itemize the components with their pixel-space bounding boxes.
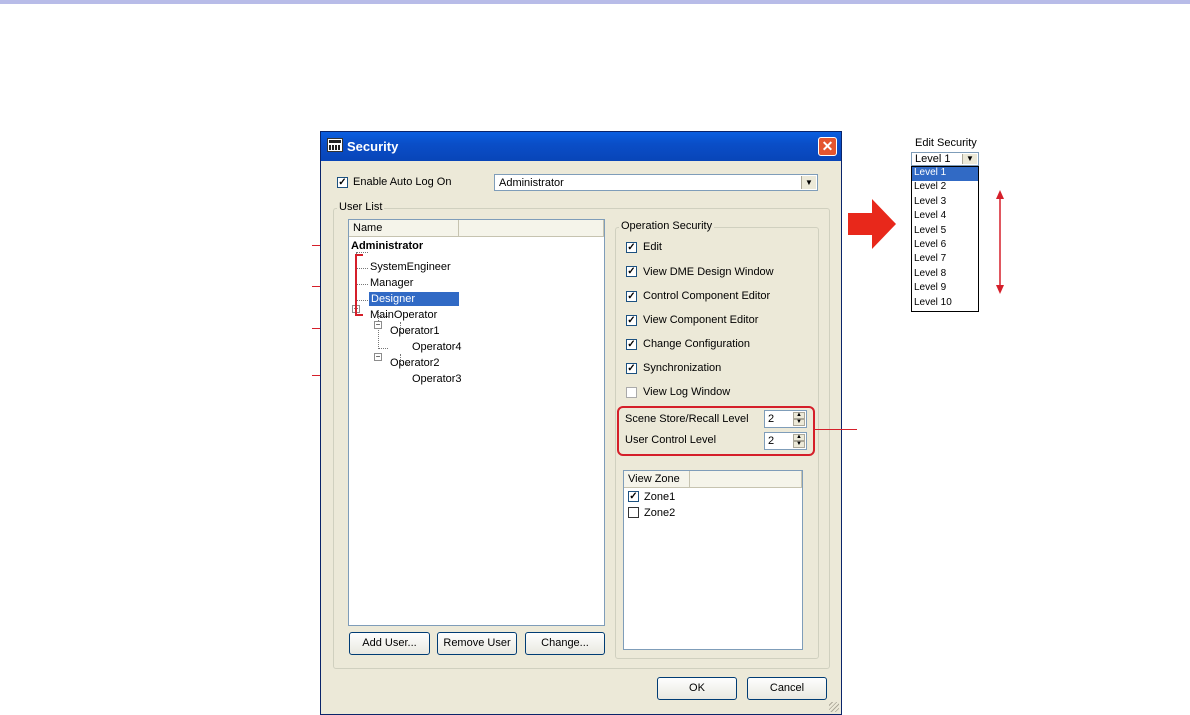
edit-label: Edit [643, 241, 662, 253]
up-arrow-icon[interactable]: ▲ [793, 412, 805, 419]
dialog-title: Security [347, 139, 399, 154]
tree-item-operator1[interactable]: Operator1 [390, 325, 440, 337]
view-zone-header-label: View Zone [628, 473, 680, 485]
collapse-icon[interactable]: − [374, 353, 382, 361]
dme-app-icon [327, 138, 343, 152]
level-option[interactable]: Level 2 [912, 181, 978, 195]
zone1-label: Zone1 [644, 491, 676, 503]
level-option[interactable]: Level 8 [912, 268, 978, 282]
auto-logon-label: Enable Auto Log On [353, 176, 452, 188]
zone1-checkbox[interactable]: ✓ [628, 491, 639, 502]
user-list-blank-header [459, 220, 604, 237]
level-option[interactable]: Level 7 [912, 253, 978, 267]
arrow-right-icon [848, 199, 896, 249]
edit-security-title: Edit Security [915, 137, 977, 149]
spinner-buttons[interactable]: ▲ ▼ [793, 434, 805, 448]
view-zone-blank-header [690, 471, 802, 488]
user-list-group-label: User List [337, 201, 385, 213]
view-zone-list[interactable]: View Zone ✓ Zone1 Zone2 [623, 470, 803, 650]
down-arrow-icon[interactable]: ▼ [793, 441, 805, 448]
tree-item-designer[interactable]: Designer [369, 292, 459, 306]
level-option[interactable]: Level 3 [912, 196, 978, 210]
synchronization-checkbox[interactable]: ✓ [626, 363, 637, 374]
edit-security-select[interactable]: Level 1 ▼ [911, 152, 979, 166]
view-log-window-checkbox[interactable] [626, 387, 637, 398]
tree-item-administrator[interactable]: Administrator [351, 240, 423, 252]
chevron-down-icon[interactable]: ▼ [962, 154, 977, 164]
view-dme-design-window-checkbox[interactable]: ✓ [626, 266, 637, 277]
up-arrow-icon[interactable]: ▲ [793, 434, 805, 441]
add-user-button[interactable]: Add User... [349, 632, 430, 655]
level-option[interactable]: Level 6 [912, 239, 978, 253]
zone2-checkbox[interactable] [628, 507, 639, 518]
view-log-window-label: View Log Window [643, 386, 731, 398]
user-control-level-spinner[interactable]: 2 ▲ ▼ [764, 432, 807, 450]
change-button[interactable]: Change... [525, 632, 605, 655]
edit-security-panel: Edit Security Level 1 ▼ Level 1 Level 2 … [909, 131, 980, 313]
tree-line [378, 348, 388, 349]
user-control-value: 2 [768, 435, 775, 447]
view-component-editor-checkbox[interactable]: ✓ [626, 315, 637, 326]
scene-store-label: Scene Store/Recall Level [625, 413, 749, 425]
view-zone-header[interactable]: View Zone [624, 471, 690, 488]
annotation-bracket [355, 254, 363, 316]
view-dme-design-window-label: View DME Design Window [643, 266, 774, 278]
resize-grip-icon[interactable] [829, 702, 839, 712]
control-component-editor-label: Control Component Editor [643, 290, 771, 302]
zone2-label: Zone2 [644, 507, 676, 519]
collapse-icon[interactable]: − [374, 321, 382, 329]
view-component-editor-label: View Component Editor [643, 314, 759, 326]
user-tree[interactable]: Name Administrator SystemEngineer Manage… [348, 219, 605, 626]
remove-user-button[interactable]: Remove User [437, 632, 517, 655]
scene-store-value: 2 [768, 413, 775, 425]
change-configuration-checkbox[interactable]: ✓ [626, 339, 637, 350]
tree-item-systemengineer[interactable]: SystemEngineer [370, 261, 451, 273]
synchronization-label: Synchronization [643, 362, 722, 374]
level-option[interactable]: Level 4 [912, 210, 978, 224]
auto-logon-user-value: Administrator [499, 177, 564, 189]
top-rule [0, 0, 1190, 4]
tree-item-manager[interactable]: Manager [370, 277, 413, 289]
level-option[interactable]: Level 1 [912, 167, 978, 182]
ok-button[interactable]: OK [657, 677, 737, 700]
down-arrow-icon[interactable]: ▼ [793, 419, 805, 426]
scene-store-level-spinner[interactable]: 2 ▲ ▼ [764, 410, 807, 428]
security-dialog: Security ✕ ✓ Enable Auto Log On Administ… [320, 131, 842, 715]
close-icon[interactable]: ✕ [818, 137, 837, 156]
user-control-label: User Control Level [625, 434, 717, 446]
tree-line [356, 252, 368, 253]
chevron-down-icon[interactable]: ▼ [801, 176, 816, 189]
tree-item-mainoperator[interactable]: MainOperator [370, 309, 437, 321]
edit-checkbox[interactable]: ✓ [626, 242, 637, 253]
control-component-editor-checkbox[interactable]: ✓ [626, 291, 637, 302]
user-list-name-header[interactable]: Name [349, 220, 459, 237]
callout-line-levels [813, 429, 857, 430]
level-option[interactable]: Level 10 [912, 297, 978, 311]
name-column-label: Name [353, 222, 383, 234]
tree-item-operator3[interactable]: Operator3 [412, 373, 462, 385]
auto-logon-user-select[interactable]: Administrator ▼ [494, 174, 818, 191]
spinner-buttons[interactable]: ▲ ▼ [793, 412, 805, 426]
level-option[interactable]: Level 9 [912, 282, 978, 296]
level-option[interactable]: Level 5 [912, 225, 978, 239]
auto-logon-checkbox[interactable]: ✓ [337, 177, 348, 188]
title-bar[interactable]: Security ✕ [321, 132, 841, 161]
change-configuration-label: Change Configuration [643, 338, 751, 350]
operation-security-label: Operation Security [619, 220, 715, 232]
cancel-button[interactable]: Cancel [747, 677, 827, 700]
tree-item-operator4[interactable]: Operator4 [412, 341, 462, 353]
double-arrow-icon [996, 190, 1004, 294]
tree-item-operator2[interactable]: Operator2 [390, 357, 440, 369]
edit-security-value: Level 1 [915, 153, 951, 165]
edit-security-options[interactable]: Level 1 Level 2 Level 3 Level 4 Level 5 … [911, 166, 979, 312]
